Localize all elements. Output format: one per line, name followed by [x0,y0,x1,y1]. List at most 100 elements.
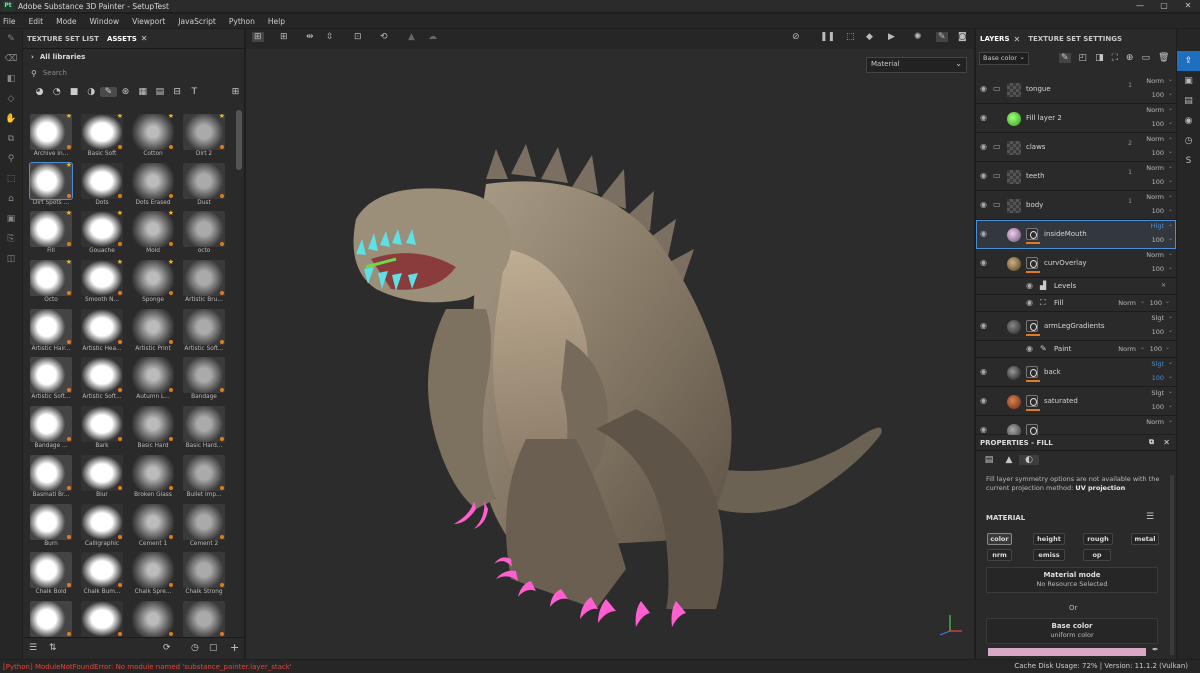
asset-item[interactable]: Autumn L... [129,357,177,406]
screenshot-icon[interactable]: ◫ [0,249,22,269]
hide-icon[interactable]: ⊘ [792,32,800,42]
asset-item[interactable]: ★ Mold [129,209,177,260]
paint-layer-icon[interactable]: ✎ [1059,53,1071,63]
close-panel-icon[interactable]: ✕ [1163,438,1170,447]
blend-mode[interactable]: Slgt [1151,389,1164,397]
fill-props-tab-icon[interactable]: ▤ [979,455,999,465]
layer-effect-row[interactable]: ◉ ✎ Paint Norm ⌄ 100 ⌄ [976,341,1176,358]
video-camera-icon[interactable]: ▶ [888,32,895,42]
blend-mode[interactable]: Slgt [1151,360,1164,368]
asset-item[interactable]: Chalk Bold [27,552,75,601]
sort-icon[interactable]: ⇅ [49,643,57,653]
blend-mode[interactable]: Slgt [1151,314,1164,322]
blend-mode[interactable]: Norm [1146,251,1164,259]
menu-help[interactable]: Help [268,17,285,26]
layout-grid-icon[interactable]: ⊞ [280,32,288,42]
visibility-eye-icon[interactable]: ◉ [980,84,987,93]
grid-select-icon[interactable]: ⊞ [252,32,264,42]
asset-item[interactable]: Dust [180,162,228,212]
text-filter-icon[interactable]: T [186,87,203,97]
folder-icon[interactable]: ▭ [1141,53,1150,63]
layer-opacity[interactable]: 100 [1152,403,1164,411]
screenshot-camera-icon[interactable]: ◙ [958,32,967,42]
layer-opacity[interactable]: 100 [1152,91,1164,99]
blend-mode[interactable]: Norm [1118,299,1136,307]
asset-item[interactable]: ★ Gouache [78,209,126,260]
base-color-swatch[interactable] [988,648,1146,656]
geometry-mask-icon[interactable]: ◇ [0,89,22,109]
maximize-button[interactable]: ▢ [1152,0,1176,12]
layer-mask-icon[interactable] [1026,394,1038,407]
projection-tab-icon[interactable]: ▲ [999,455,1019,465]
paint-brush-icon[interactable]: ✎ [0,29,22,49]
asset-item[interactable]: Artistic Bru... [180,260,228,309]
projection-icon[interactable]: ◧ [0,69,22,89]
layer-effect-row[interactable]: ◉ ⛶ Fill Norm ⌄ 100 ⌄ [976,295,1176,312]
channel-rough-chip[interactable]: rough [1083,533,1113,545]
material-filter-icon[interactable]: ◕ [31,87,48,97]
layer-effect-row[interactable]: ◉ ▟ Levels ✕ [976,278,1176,295]
asset-item[interactable]: Chalk Bum... [78,552,126,601]
layer-row[interactable]: ◉ ▭ body 1 Norm ⌄ 100 ⌄ [976,191,1176,220]
layer-row[interactable]: ◉ insideMouth Hlgt ⌄ 100 ⌄ [976,220,1176,249]
layer-row[interactable]: ◉ armLegGradients Slgt ⌄ 100 ⌄ [976,312,1176,341]
visibility-eye-icon[interactable]: ◉ [980,396,987,405]
symmetry-x-icon[interactable]: ⇹ [306,32,314,42]
add-layer-icon[interactable]: ⊕ [1126,53,1134,63]
layer-row[interactable]: ◉ saturated Slgt ⌄ 100 ⌄ [976,387,1176,416]
layer-opacity[interactable]: 100 [1152,328,1164,336]
asset-item[interactable]: Burn [27,503,75,553]
visibility-eye-icon[interactable]: ◉ [980,229,987,238]
layer-mask-icon[interactable] [1026,365,1038,378]
viewer-settings-icon[interactable]: ◉ [1177,111,1200,131]
camera-tool-icon[interactable]: ▣ [0,209,22,229]
layer-row[interactable]: ◉ ▭ claws 2 Norm ⌄ 100 ⌄ [976,133,1176,162]
clone-icon[interactable]: ⧉ [0,129,22,149]
delete-icon[interactable]: 🗑 [1158,53,1169,63]
grid-view-icon[interactable]: ⊞ [227,87,244,97]
channel-metal-chip[interactable]: metal [1131,533,1159,545]
folder-icon[interactable]: ▢ [209,643,218,653]
texture-filter-icon[interactable]: ⊛ [117,87,134,97]
asset-item[interactable]: Artistic Soft... [78,357,126,406]
asset-item[interactable]: Calligraphic [78,503,126,553]
visibility-eye-icon[interactable]: ◉ [1026,281,1033,290]
layer-opacity[interactable]: 100 [1152,374,1164,382]
history-icon[interactable]: ◷ [1177,131,1200,151]
visibility-eye-icon[interactable]: ◉ [980,171,987,180]
eyedropper-icon[interactable]: ✒ [1152,645,1159,654]
close-tab-icon[interactable]: ✕ [1014,35,1021,44]
layer-mask-icon[interactable] [1026,256,1038,269]
asset-item[interactable]: Dots Erased [129,162,177,212]
asset-item[interactable]: octo [180,211,228,260]
menu-file[interactable]: File [3,17,16,26]
asset-item[interactable]: Chalk Spre... [129,552,177,601]
asset-item[interactable]: Chalk Strong [180,552,228,601]
layer-mask-icon[interactable] [1026,423,1038,436]
eraser-icon[interactable]: ⌫ [0,49,22,69]
camera-frame-icon[interactable]: ⬚ [846,32,855,42]
asset-item[interactable]: Cement 2 [180,503,228,553]
menu-python[interactable]: Python [229,17,255,26]
channel-op-chip[interactable]: op [1083,549,1111,561]
layer-opacity[interactable]: 100 [1150,345,1162,353]
smart-material-filter-icon[interactable]: ◔ [48,87,65,97]
asset-item[interactable]: Basic Hard... [180,406,228,455]
bake-icon[interactable]: ⌂ [0,189,22,209]
asset-item[interactable]: Artistic Hair... [27,308,75,358]
tab-layers[interactable]: LAYERS [976,35,1014,43]
asset-item[interactable]: Blur [78,454,126,504]
channel-color-chip[interactable]: color [987,533,1012,545]
menu-window[interactable]: Window [90,17,120,26]
layer-row[interactable]: ◉ curvOverlay Norm ⌄ 100 ⌄ [976,249,1176,278]
blend-mode[interactable]: Norm [1118,345,1136,353]
blend-mode[interactable]: Norm [1146,77,1164,85]
layer-opacity[interactable]: 100 [1150,299,1162,307]
symmetry-y-icon[interactable]: ⇳ [326,32,334,42]
triangle-icon[interactable]: ▲ [408,32,415,42]
blend-mode[interactable]: Norm [1146,164,1164,172]
visibility-eye-icon[interactable]: ◉ [980,258,987,267]
remove-effect-icon[interactable]: ✕ [1161,282,1166,289]
asset-item[interactable]: Broken Glass [129,454,177,504]
smart-mask-filter-icon[interactable]: ◑ [83,87,100,97]
